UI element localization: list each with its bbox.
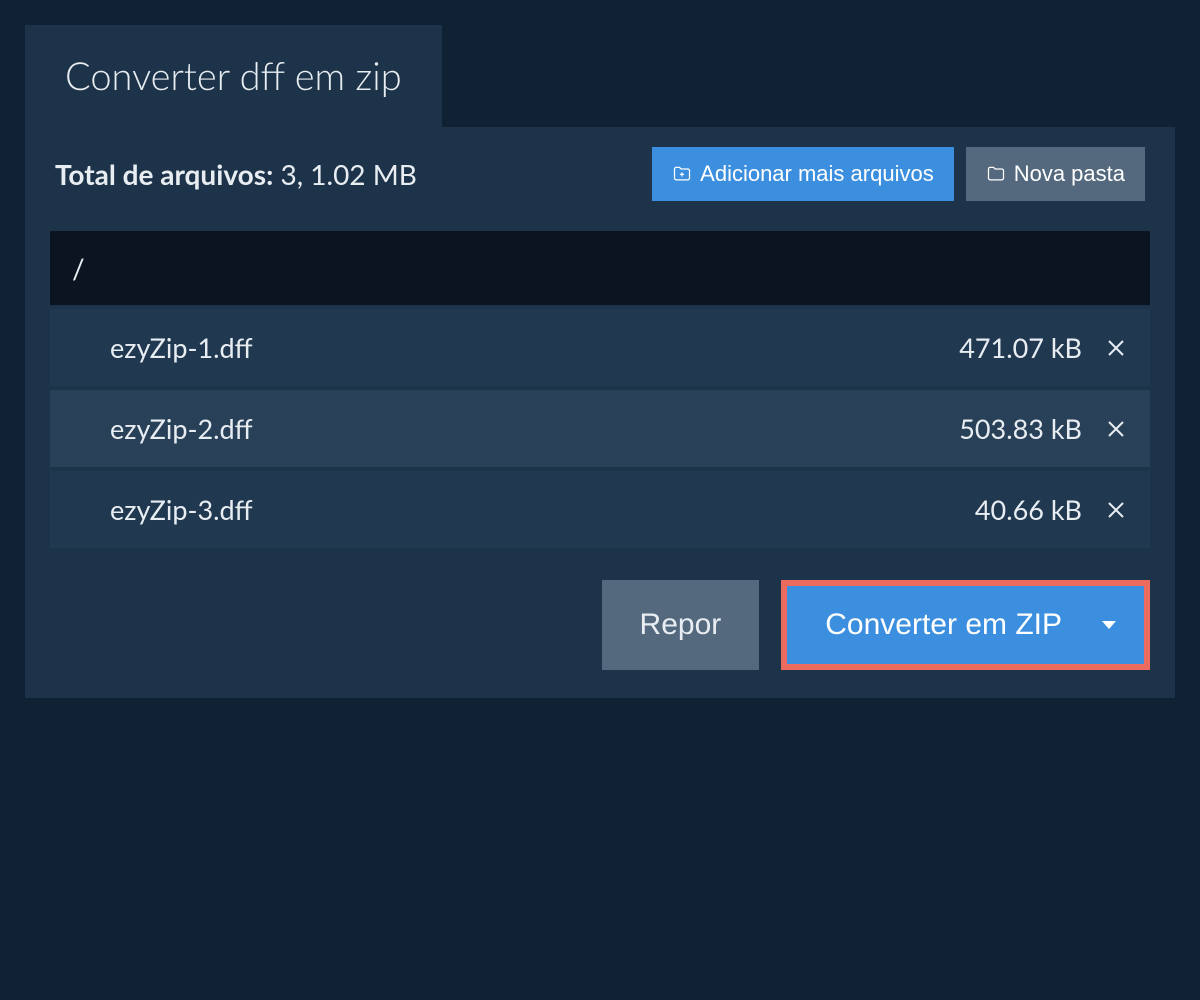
file-size: 471.07 kB (959, 331, 1082, 364)
file-name: ezyZip-1.dff (110, 331, 253, 364)
convert-button[interactable]: Converter em ZIP (787, 586, 1144, 664)
path-row[interactable]: / (50, 231, 1150, 305)
file-right: 40.66 kB (975, 493, 1128, 526)
action-row: Repor Converter em ZIP (50, 580, 1150, 670)
close-icon[interactable] (1104, 336, 1128, 360)
summary-row: Total de arquivos: 3, 1.02 MB Adicionar … (50, 147, 1150, 201)
file-row: ezyZip-3.dff 40.66 kB (50, 471, 1150, 548)
chevron-down-icon (1102, 621, 1116, 629)
add-more-label: Adicionar mais arquivos (700, 161, 934, 187)
close-icon[interactable] (1104, 417, 1128, 441)
file-size: 503.83 kB (959, 412, 1082, 445)
folder-add-icon (672, 164, 692, 184)
file-right: 471.07 kB (959, 331, 1128, 364)
convert-highlight: Converter em ZIP (781, 580, 1150, 670)
top-button-group: Adicionar mais arquivos Nova pasta (652, 147, 1145, 201)
file-size: 40.66 kB (975, 493, 1082, 526)
new-folder-label: Nova pasta (1014, 161, 1125, 187)
panel-body: Total de arquivos: 3, 1.02 MB Adicionar … (25, 127, 1175, 698)
tab-title[interactable]: Converter dff em zip (25, 25, 442, 127)
path-text: / (72, 251, 85, 285)
total-label: Total de arquivos: (55, 157, 273, 191)
total-value: 3, 1.02 MB (280, 157, 416, 191)
close-icon[interactable] (1104, 498, 1128, 522)
converter-panel: Total de arquivos: 3, 1.02 MB Adicionar … (25, 127, 1175, 698)
reset-button[interactable]: Repor (602, 580, 760, 670)
file-name: ezyZip-2.dff (110, 412, 253, 445)
file-list: / ezyZip-1.dff 471.07 kB ezyZip-2.dff 50… (50, 231, 1150, 548)
file-row: ezyZip-1.dff 471.07 kB (50, 309, 1150, 386)
folder-icon (986, 164, 1006, 184)
total-files-text: Total de arquivos: 3, 1.02 MB (55, 157, 417, 191)
new-folder-button[interactable]: Nova pasta (966, 147, 1145, 201)
convert-label: Converter em ZIP (825, 608, 1062, 642)
tab-title-text: Converter dff em zip (65, 53, 402, 99)
reset-label: Repor (640, 608, 722, 642)
file-row: ezyZip-2.dff 503.83 kB (50, 390, 1150, 467)
file-right: 503.83 kB (959, 412, 1128, 445)
add-more-files-button[interactable]: Adicionar mais arquivos (652, 147, 954, 201)
file-name: ezyZip-3.dff (110, 493, 253, 526)
